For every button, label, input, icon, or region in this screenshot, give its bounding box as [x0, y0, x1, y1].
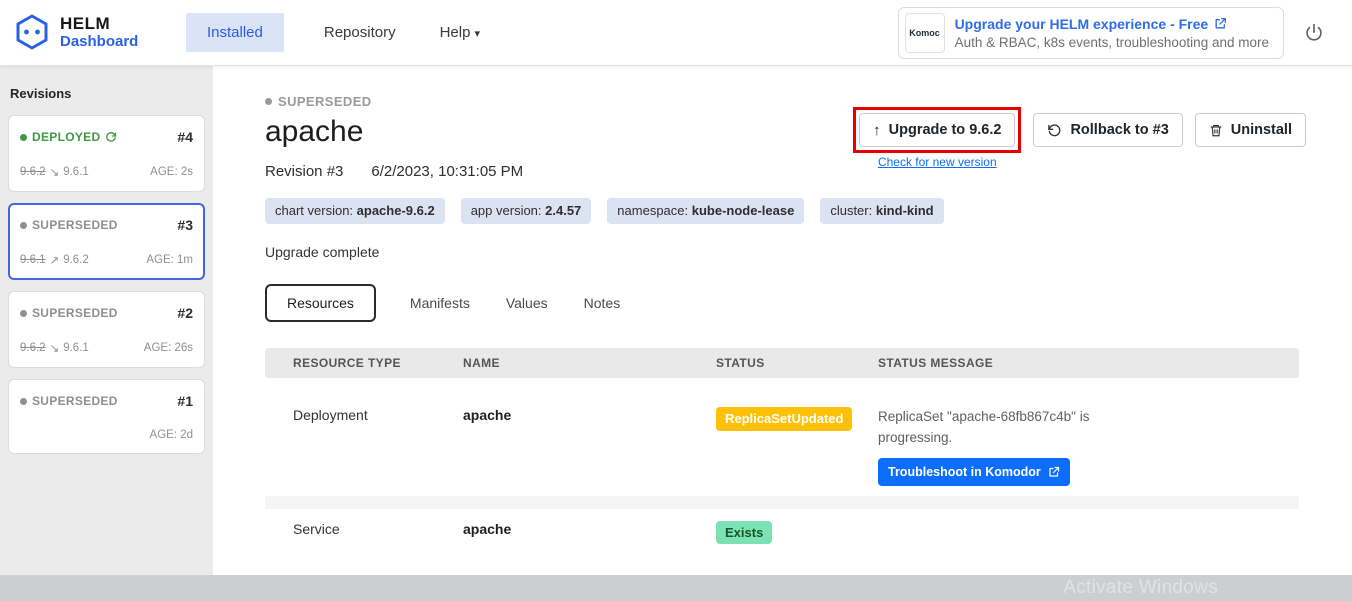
revision-card-2[interactable]: SUPERSEDED #2 9.6.2 ↘ 9.6.1 AGE: 26s	[8, 291, 205, 368]
promo-link[interactable]: Upgrade your HELM experience - Free	[955, 16, 1269, 32]
revision-versions: 9.6.2 ↘ 9.6.1	[20, 341, 89, 355]
table-row: Service apache Exists	[265, 509, 1299, 557]
chip-app-version: app version: 2.4.57	[461, 198, 592, 224]
release-detail-panel: SUPERSEDED apache Revision #3 6/2/2023, …	[213, 66, 1352, 575]
promo-subtitle: Auth & RBAC, k8s events, troubleshooting…	[955, 35, 1269, 50]
check-new-version-link[interactable]: Check for new version	[878, 155, 997, 169]
release-metadata-chips: chart version: apache-9.6.2 app version:…	[265, 198, 1306, 224]
row-divider	[265, 496, 1299, 509]
revision-datetime: 6/2/2023, 10:31:05 PM	[371, 163, 523, 180]
chip-cluster: cluster: kind-kind	[820, 198, 943, 224]
revision-age: AGE: 2d	[150, 429, 193, 441]
column-header: NAME	[463, 356, 716, 370]
old-version: 9.6.1	[20, 254, 46, 266]
table-row: Deployment apache ReplicaSetUpdated Repl…	[265, 391, 1299, 496]
revision-card-4[interactable]: DEPLOYED #4 9.6.2 ↘ 9.6.1 AGE: 2s	[8, 115, 205, 192]
old-version: 9.6.2	[20, 166, 46, 178]
detail-tabs: Resources Manifests Values Notes	[265, 284, 1306, 322]
power-button[interactable]	[1304, 23, 1324, 43]
version-change-arrow: ↘	[50, 165, 60, 179]
revision-number: #4	[177, 129, 193, 145]
revision-status: SUPERSEDED	[20, 218, 118, 232]
status-dot	[20, 310, 27, 317]
troubleshoot-button[interactable]: Troubleshoot in Komodor	[878, 458, 1070, 486]
chevron-down-icon: ▾	[474, 28, 480, 40]
rollback-icon	[1047, 123, 1062, 138]
cell-resource-type: Service	[293, 521, 463, 537]
revision-status: SUPERSEDED	[20, 394, 118, 408]
nav-tab-help[interactable]: Help▾	[436, 13, 484, 52]
chip-namespace: namespace: kube-node-lease	[607, 198, 804, 224]
new-version: 9.6.2	[63, 254, 89, 266]
upgrade-button[interactable]: ↑ Upgrade to 9.6.2	[859, 113, 1015, 147]
revision-status: DEPLOYED	[20, 130, 117, 144]
revision-card-3[interactable]: SUPERSEDED #3 9.6.1 ↗ 9.6.2 AGE: 1m	[8, 203, 205, 280]
revisions-sidebar: Revisions DEPLOYED #4 9.6.2 ↘ 9.6.1 AGE:…	[0, 66, 213, 575]
revision-number: #2	[177, 305, 193, 321]
helm-logo-icon	[12, 13, 52, 53]
tab-values[interactable]: Values	[504, 286, 550, 320]
version-change-arrow: ↗	[50, 253, 60, 267]
external-link-icon	[1048, 466, 1060, 478]
tab-notes[interactable]: Notes	[582, 286, 623, 320]
logo-title: HELM	[60, 15, 138, 34]
cell-status-message: ReplicaSet "apache-68fb867c4b" is progre…	[878, 407, 1098, 449]
rollback-button[interactable]: Rollback to #3	[1033, 113, 1182, 147]
up-arrow-icon: ↑	[873, 122, 881, 139]
revision-versions: 9.6.1 ↗ 9.6.2	[20, 253, 89, 267]
uninstall-button[interactable]: Uninstall	[1195, 113, 1306, 147]
top-navbar: HELM Dashboard Installed Repository Help…	[0, 0, 1352, 66]
revision-age: AGE: 26s	[144, 342, 193, 354]
revision-age: AGE: 1m	[146, 254, 193, 266]
revision-number: #1	[177, 393, 193, 409]
helm-dashboard-logo[interactable]: HELM Dashboard	[0, 13, 172, 53]
chip-chart-version: chart version: apache-9.6.2	[265, 198, 445, 224]
resources-table: RESOURCE TYPE NAME STATUS STATUS MESSAGE…	[265, 348, 1299, 556]
table-header-row: RESOURCE TYPE NAME STATUS STATUS MESSAGE	[265, 348, 1299, 378]
status-dot	[20, 398, 27, 405]
activate-windows-watermark: Activate Windows	[1063, 577, 1218, 599]
tab-resources[interactable]: Resources	[265, 284, 376, 322]
revision-age: AGE: 2s	[150, 166, 193, 178]
tab-manifests[interactable]: Manifests	[408, 286, 472, 320]
power-icon	[1304, 23, 1324, 43]
komodor-logo: Komoc	[905, 13, 945, 53]
reload-icon[interactable]	[105, 131, 117, 143]
external-link-icon	[1214, 17, 1227, 30]
status-dot	[20, 222, 27, 229]
status-badge: Exists	[716, 521, 772, 545]
release-description: Upgrade complete	[265, 244, 1306, 260]
cell-name: apache	[463, 521, 716, 537]
column-header: RESOURCE TYPE	[293, 356, 463, 370]
version-change-arrow: ↘	[50, 341, 60, 355]
revision-versions: 9.6.2 ↘ 9.6.1	[20, 165, 89, 179]
annotation-highlight: ↑ Upgrade to 9.6.2	[853, 107, 1021, 153]
status-badge: ReplicaSetUpdated	[716, 407, 852, 431]
main-nav: Installed Repository Help▾	[186, 13, 484, 52]
release-actions: ↑ Upgrade to 9.6.2 Check for new version…	[853, 107, 1306, 169]
column-header: STATUS MESSAGE	[878, 356, 1299, 370]
trash-icon	[1209, 123, 1223, 138]
cell-name: apache	[463, 407, 716, 423]
status-dot	[20, 134, 27, 141]
new-version: 9.6.1	[63, 166, 89, 178]
status-dot	[265, 98, 272, 105]
revision-card-1[interactable]: SUPERSEDED #1 AGE: 2d	[8, 379, 205, 454]
logo-subtitle: Dashboard	[60, 34, 138, 51]
nav-tab-installed[interactable]: Installed	[186, 13, 284, 52]
revision-number: #3	[177, 217, 193, 233]
nav-tab-repository[interactable]: Repository	[320, 13, 400, 52]
revision-status: SUPERSEDED	[20, 306, 118, 320]
column-header: STATUS	[716, 356, 878, 370]
new-version: 9.6.1	[63, 342, 89, 354]
old-version: 9.6.2	[20, 342, 46, 354]
komodor-promo-banner[interactable]: Komoc Upgrade your HELM experience - Fre…	[898, 7, 1284, 59]
cell-resource-type: Deployment	[293, 407, 463, 423]
sidebar-title: Revisions	[8, 86, 205, 101]
revision-label: Revision #3	[265, 163, 343, 180]
